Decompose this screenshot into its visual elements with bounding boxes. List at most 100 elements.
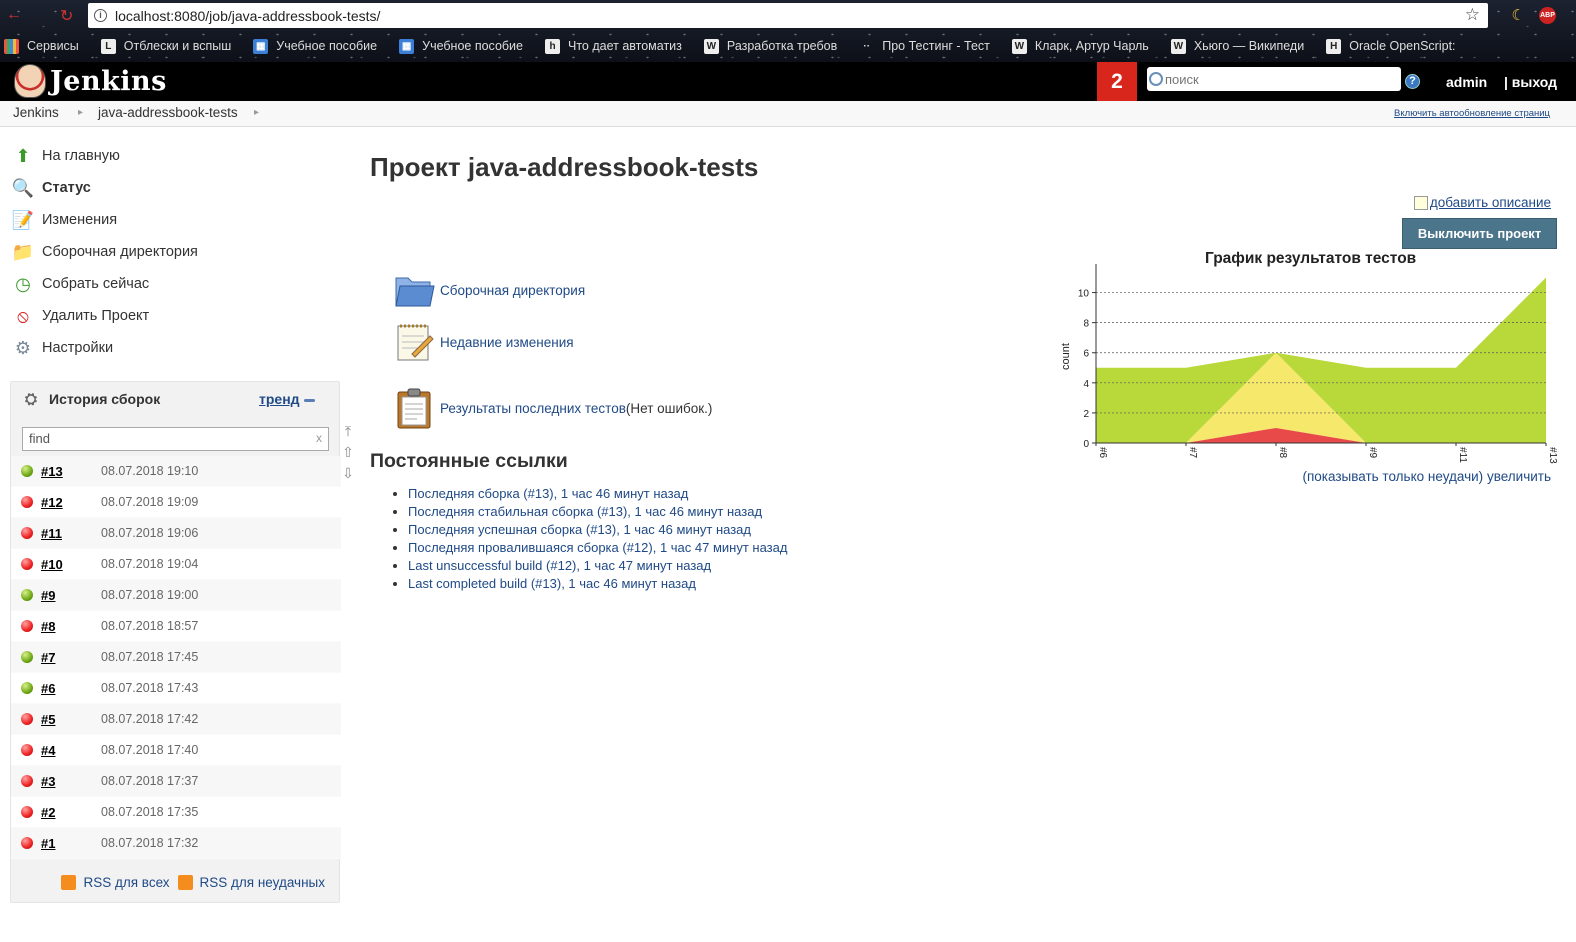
folder-icon: 📁 — [11, 241, 35, 262]
user-link[interactable]: admin — [1446, 74, 1487, 90]
bookmark-star-icon[interactable]: ☆ — [1465, 5, 1480, 25]
task-workspace[interactable]: 📁 Сборочная директория — [12, 236, 342, 268]
last-failed-build-link[interactable]: Последняя провалившаяся сборка (#12), 1 … — [408, 540, 787, 555]
bookmark-item[interactable]: W Хьюго — Википеди — [1170, 38, 1304, 54]
wikipedia-icon: W — [1011, 38, 1027, 54]
reload-icon[interactable]: ↻ — [60, 6, 73, 26]
wikipedia-icon: W — [1170, 38, 1186, 54]
task-build-now[interactable]: ◷ Собрать сейчас — [12, 268, 342, 300]
dots-icon: ·· — [863, 40, 871, 52]
rss-failed-link[interactable]: RSS для неудачных — [200, 875, 325, 890]
build-row: #8 08.07.2018 18:57 — [11, 611, 341, 642]
build-number-link[interactable]: #10 — [41, 557, 101, 572]
bookmark-item[interactable]: L Отблески и вспыш — [100, 38, 231, 54]
recent-changes-link[interactable]: Недавние изменения — [440, 335, 574, 350]
breadcrumb-job[interactable]: java-addressbook-tests — [98, 105, 238, 120]
back-icon[interactable]: ← — [6, 6, 22, 24]
search-input[interactable] — [1165, 71, 1385, 87]
chart-x-tick-label: #11 — [1457, 447, 1468, 463]
failure-ball-icon — [21, 775, 33, 787]
test-results-chart[interactable]: 0 2 4 6 8 10 #6 #7 #8 #9 #11 #13 count — [1054, 248, 1564, 488]
breadcrumb-jenkins[interactable]: Jenkins — [13, 105, 59, 120]
last-stable-build-link[interactable]: Последняя стабильная сборка (#13), 1 час… — [408, 504, 762, 519]
task-changes[interactable]: 📝 Изменения — [12, 204, 342, 236]
build-number-link[interactable]: #12 — [41, 495, 101, 510]
bookmark-item[interactable]: h Что дает автоматиз — [545, 38, 682, 54]
last-unsuccessful-build-link[interactable]: Last unsuccessful build (#12), 1 час 47 … — [408, 558, 711, 573]
bookmark-item[interactable]: ▦ Учебное пособие — [253, 38, 377, 54]
breadcrumb-arrow-icon[interactable]: ▸ — [254, 107, 259, 118]
bookmark-item[interactable]: W Кларк, Артур Чарль — [1011, 38, 1149, 54]
build-number-link[interactable]: #8 — [41, 619, 101, 634]
bookmark-item[interactable]: ▦ Учебное пособие — [399, 38, 523, 54]
bookmark-item[interactable]: ·· Про Тестинг - Тест — [859, 39, 989, 54]
task-status[interactable]: 🔍 Статус — [12, 172, 342, 204]
build-date[interactable]: 08.07.2018 17:40 — [101, 743, 198, 757]
build-number-link[interactable]: #4 — [41, 743, 101, 758]
scroll-down-icon[interactable]: ⇩ — [341, 465, 355, 482]
build-filter-input[interactable]: find x — [22, 427, 329, 451]
last-completed-build-link[interactable]: Last completed build (#13), 1 час 46 мин… — [408, 576, 696, 591]
notepad-icon: 📝 — [11, 209, 35, 230]
build-date[interactable]: 08.07.2018 17:37 — [101, 774, 198, 788]
bookmark-item[interactable]: W Разработка требов — [703, 38, 837, 54]
build-number-link[interactable]: #3 — [41, 774, 101, 789]
build-date[interactable]: 08.07.2018 17:42 — [101, 712, 198, 726]
last-successful-build-link[interactable]: Последняя успешная сборка (#13), 1 час 4… — [408, 522, 751, 537]
logout-link[interactable]: | выход — [1504, 74, 1557, 90]
workspace-link[interactable]: Сборочная директория — [440, 283, 585, 298]
success-ball-icon — [21, 682, 33, 694]
build-number-link[interactable]: #11 — [41, 526, 101, 541]
build-date[interactable]: 08.07.2018 19:00 — [101, 588, 198, 602]
page-icon: ▦ — [253, 38, 269, 54]
build-date[interactable]: 08.07.2018 18:57 — [101, 619, 198, 633]
build-number-link[interactable]: #2 — [41, 805, 101, 820]
trend-link[interactable]: тренд — [259, 391, 315, 407]
build-row: #12 08.07.2018 19:09 — [11, 487, 341, 518]
show-failures-only-link[interactable]: (показывать только неудачи) — [1302, 469, 1483, 484]
failure-ball-icon — [21, 713, 33, 725]
task-configure[interactable]: ⚙ Настройки — [12, 332, 342, 364]
scroll-up-icon[interactable]: ⇧ — [341, 444, 355, 461]
disable-project-button[interactable]: Выключить проект — [1402, 218, 1557, 249]
build-number-link[interactable]: #7 — [41, 650, 101, 665]
jenkins-header: Jenkins 2 ? admin | выход — [0, 62, 1576, 101]
task-delete-project[interactable]: ⦸ Удалить Проект — [12, 300, 342, 332]
breadcrumb-arrow-icon[interactable]: ▸ — [78, 107, 83, 118]
moon-icon[interactable]: ☾ — [1512, 6, 1525, 24]
build-date[interactable]: 08.07.2018 17:32 — [101, 836, 198, 850]
chart-y-tick-label: 8 — [1083, 319, 1089, 330]
build-date[interactable]: 08.07.2018 19:06 — [101, 526, 198, 540]
test-results-link[interactable]: Результаты последних тестов — [440, 401, 626, 416]
build-date[interactable]: 08.07.2018 17:43 — [101, 681, 198, 695]
build-number-link[interactable]: #6 — [41, 681, 101, 696]
build-date[interactable]: 08.07.2018 19:10 — [101, 464, 198, 478]
task-home[interactable]: ⬆ На главную — [12, 140, 342, 172]
jenkins-logo[interactable]: Jenkins — [14, 64, 167, 98]
bookmark-apps[interactable]: Сервисы — [4, 38, 79, 54]
build-number-link[interactable]: #5 — [41, 712, 101, 727]
build-number-link[interactable]: #1 — [41, 836, 101, 851]
build-date[interactable]: 08.07.2018 17:35 — [101, 805, 198, 819]
help-icon[interactable]: ? — [1405, 74, 1420, 89]
build-number-link[interactable]: #13 — [41, 464, 101, 479]
build-date[interactable]: 08.07.2018 17:45 — [101, 650, 198, 664]
scroll-top-icon[interactable]: ⤒ — [341, 423, 355, 440]
build-history-panel: ⛭ История сборок тренд find x #13 08.07.2… — [10, 381, 341, 903]
bookmark-item[interactable]: H Oracle OpenScript: — [1326, 38, 1456, 54]
address-bar[interactable]: i localhost:8080/job/java-addressbook-te… — [88, 3, 1488, 28]
notification-badge[interactable]: 2 — [1097, 62, 1137, 101]
search-box[interactable] — [1147, 67, 1401, 91]
rss-all-link[interactable]: RSS для всех — [83, 875, 169, 890]
add-description-link[interactable]: добавить описание — [1413, 195, 1551, 211]
build-number-link[interactable]: #9 — [41, 588, 101, 603]
info-icon[interactable]: i — [94, 9, 107, 22]
build-date[interactable]: 08.07.2018 19:09 — [101, 495, 198, 509]
build-date[interactable]: 08.07.2018 19:04 — [101, 557, 198, 571]
enlarge-link[interactable]: увеличить — [1487, 469, 1551, 484]
autorefresh-link[interactable]: Включить автообновление страниц — [1394, 108, 1550, 119]
last-build-link[interactable]: Последняя сборка (#13), 1 час 46 минут н… — [408, 486, 688, 501]
adblock-icon[interactable]: ABP — [1539, 6, 1556, 24]
clear-filter-icon[interactable]: x — [316, 431, 322, 445]
chart-y-tick-label: 2 — [1083, 409, 1089, 420]
